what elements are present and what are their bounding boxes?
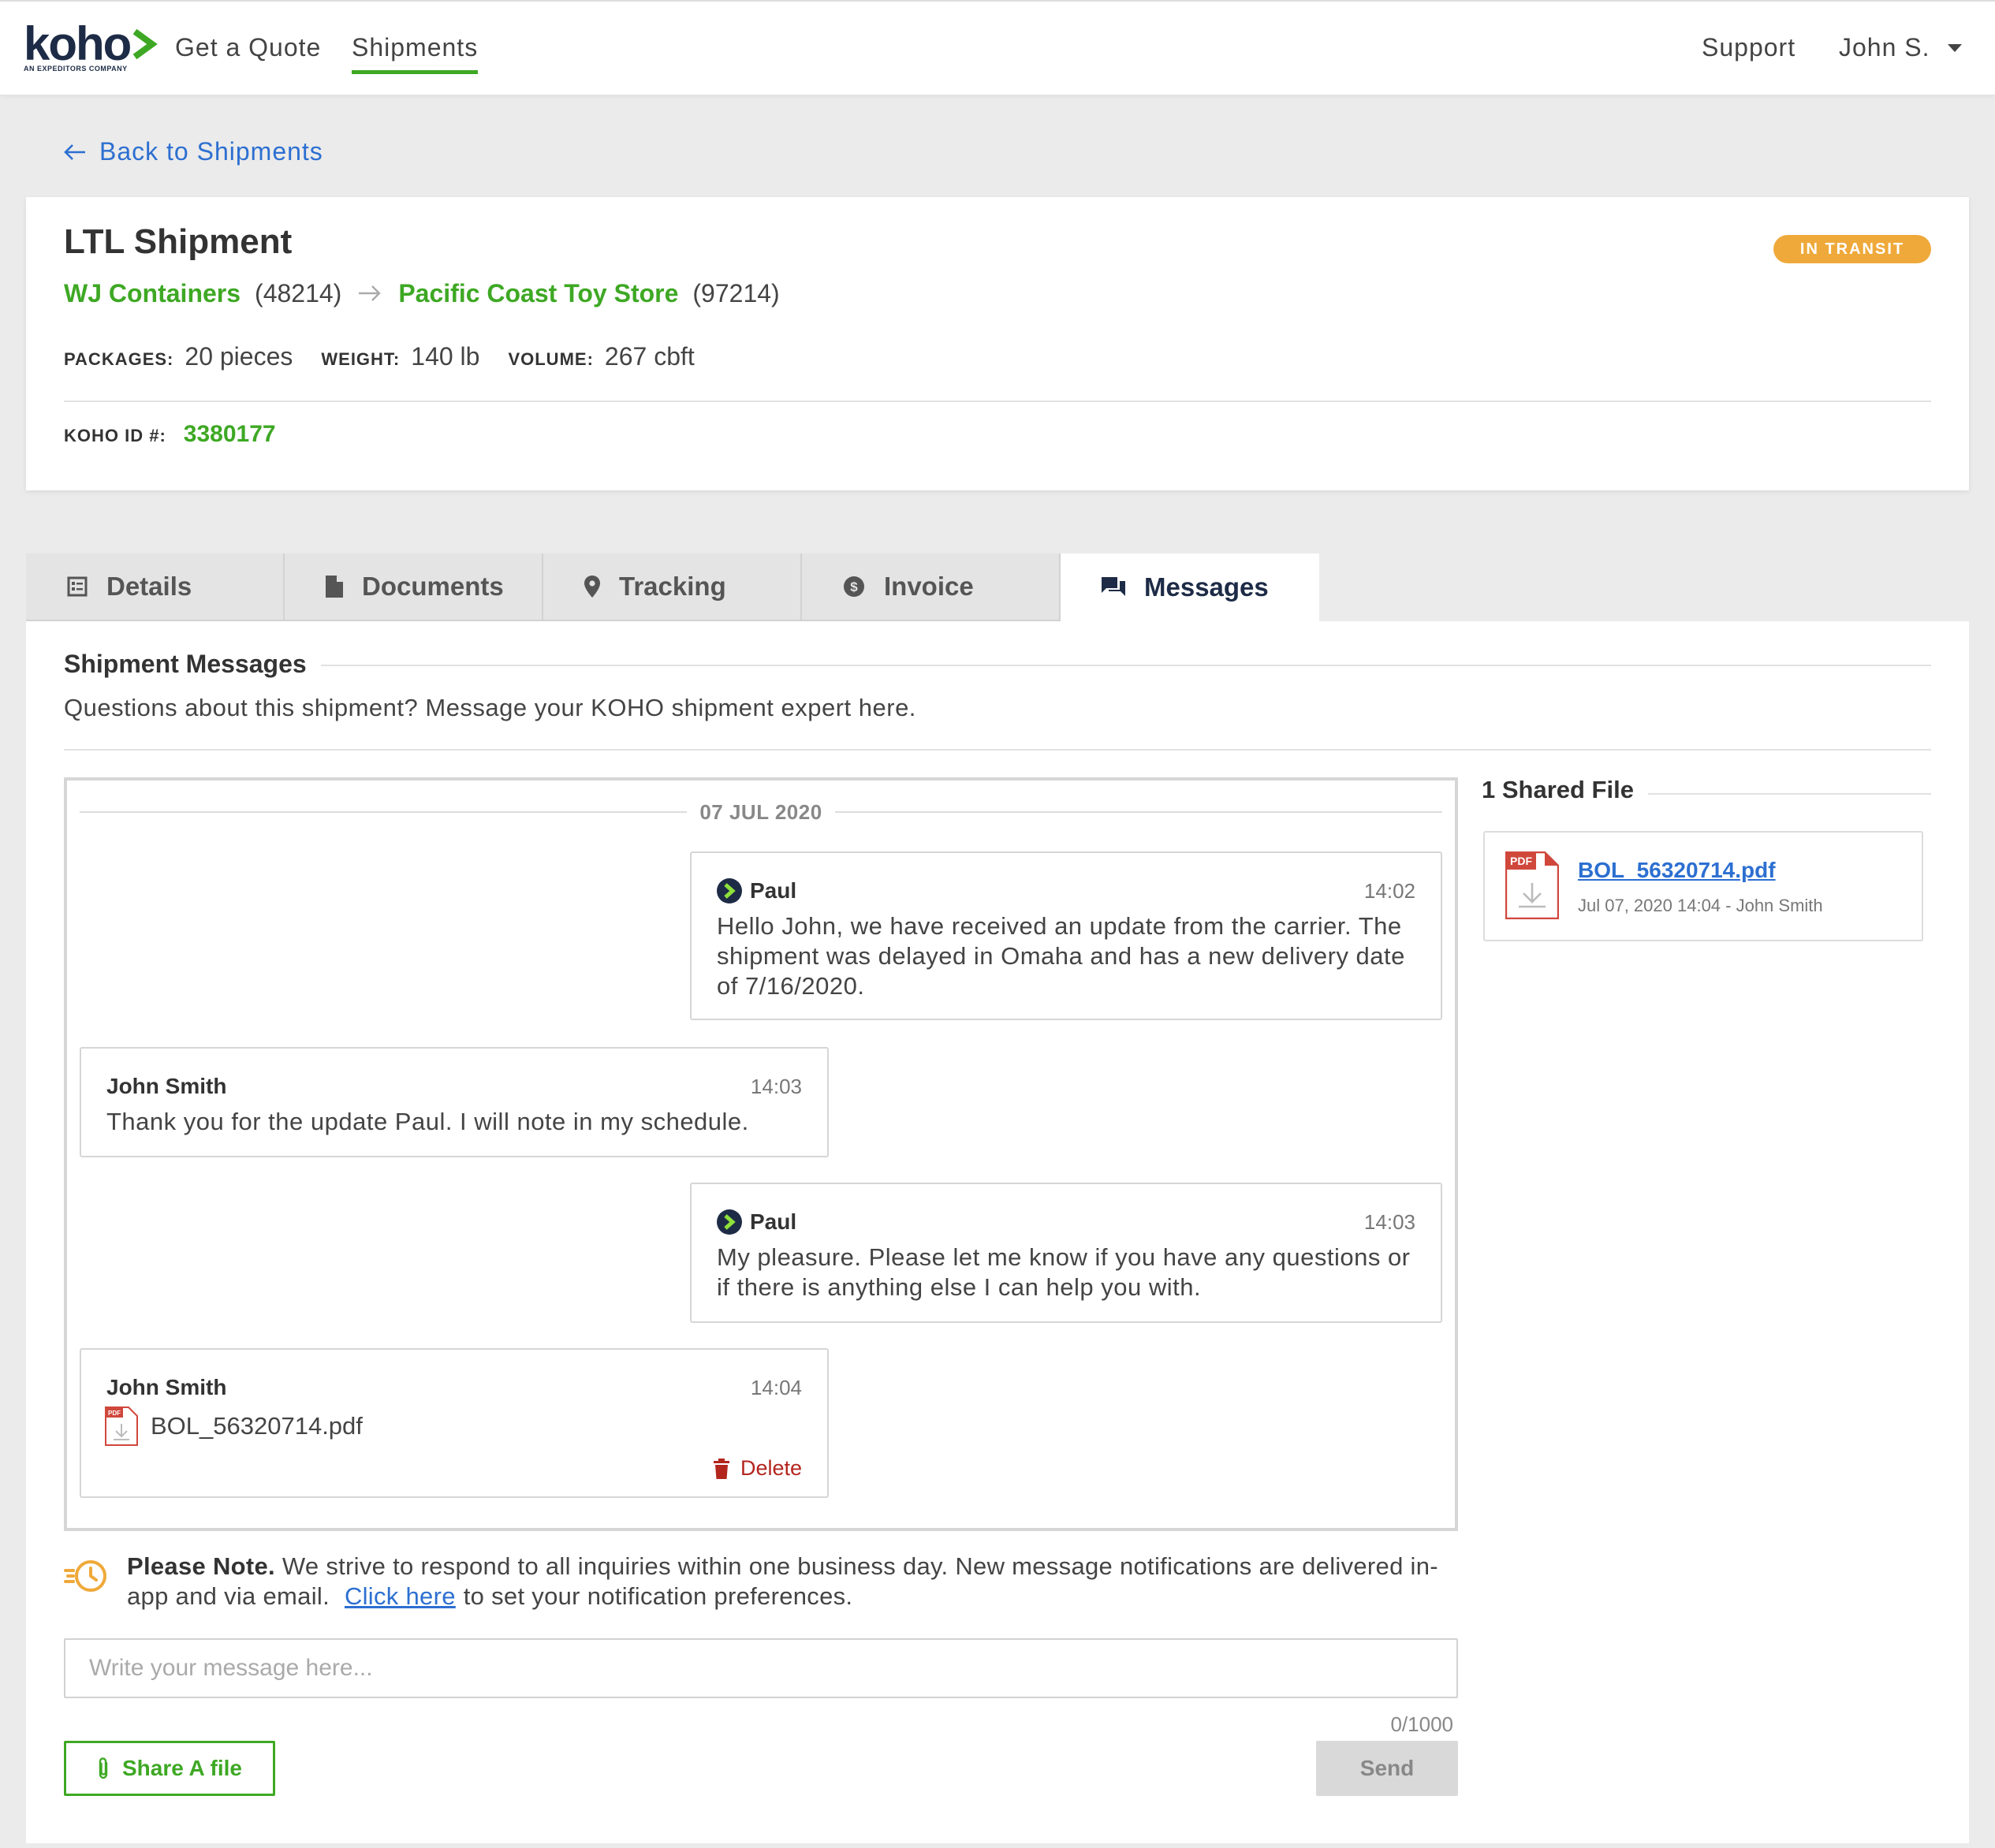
- send-button[interactable]: Send: [1316, 1741, 1458, 1796]
- koho-id-value: 3380177: [183, 421, 276, 447]
- logo-wordmark: koho: [24, 17, 132, 70]
- nav-support[interactable]: Support: [1702, 33, 1796, 62]
- message-bubble: John Smith 14:03 Thank you for the updat…: [80, 1047, 829, 1157]
- message-sender: John Smith: [106, 1375, 227, 1399]
- packages-label: PACKAGES:: [64, 349, 174, 369]
- note-heading: Please Note.: [127, 1552, 275, 1580]
- response-note: Please Note. We strive to respond to all…: [64, 1552, 1458, 1611]
- message-text: Hello John, we have received an update f…: [717, 912, 1405, 1000]
- nav-get-a-quote[interactable]: Get a Quote: [175, 33, 321, 62]
- message-sender: Paul: [750, 878, 797, 903]
- destination-zip: (97214): [692, 279, 780, 307]
- back-to-shipments-link[interactable]: Back to Shipments: [63, 137, 323, 166]
- tab-invoice[interactable]: $ Invoice: [802, 553, 1061, 621]
- pdf-file-icon: PDF: [105, 1406, 138, 1446]
- attached-file-name: BOL_56320714.pdf: [151, 1412, 363, 1440]
- shared-file-meta: Jul 07, 2020 14:04 - John Smith: [1578, 896, 1823, 915]
- origin-zip: (48214): [255, 279, 342, 307]
- chat-icon: [1102, 577, 1125, 596]
- thread-date: 07 JUL 2020: [699, 799, 822, 824]
- tab-messages[interactable]: Messages: [1061, 553, 1319, 621]
- user-menu[interactable]: John S.: [1839, 33, 1962, 62]
- shared-file-name-link[interactable]: BOL_56320714.pdf: [1578, 858, 1776, 883]
- date-separator: 07 JUL 2020: [80, 796, 1443, 828]
- koho-avatar-icon: [717, 1209, 742, 1235]
- share-file-label: Share A file: [122, 1756, 242, 1780]
- share-file-button[interactable]: Share A file: [64, 1741, 275, 1796]
- volume-label: VOLUME:: [508, 349, 594, 369]
- status-badge: IN TRANSIT: [1773, 235, 1931, 263]
- message-bubble: John Smith 14:04 PDF BOL_56320714.pdf De…: [80, 1348, 829, 1498]
- shipment-title: LTL Shipment: [64, 222, 293, 261]
- message-sender: Paul: [750, 1209, 797, 1234]
- arrow-left-icon: [64, 143, 85, 160]
- caret-down-icon: [1947, 43, 1962, 52]
- delete-label: Delete: [740, 1456, 802, 1480]
- pdf-icon-label: PDF: [1510, 855, 1532, 867]
- message-time: 14:04: [750, 1375, 802, 1399]
- tab-invoice-label: Invoice: [884, 572, 974, 601]
- card-divider: [64, 401, 1931, 402]
- section-divider: [64, 665, 1931, 666]
- section-subtitle: Questions about this shipment? Message y…: [64, 694, 916, 721]
- note-text-after: to set your notification preferences.: [463, 1582, 853, 1610]
- section-divider-2: [64, 749, 1931, 751]
- top-navigation: koho AN EXPEDITORS COMPANY Get a Quote S…: [0, 0, 1995, 95]
- tab-documents[interactable]: Documents: [285, 553, 543, 621]
- user-name: John S.: [1839, 33, 1930, 61]
- trash-icon: [713, 1458, 729, 1479]
- tab-details-label: Details: [106, 572, 192, 601]
- message-time: 14:03: [750, 1074, 802, 1098]
- shipment-route: WJ Containers (48214) Pacific Coast Toy …: [64, 279, 780, 308]
- koho-logo[interactable]: koho AN EXPEDITORS COMPANY: [24, 17, 158, 73]
- shipment-summary-card: LTL Shipment IN TRANSIT WJ Containers (4…: [26, 197, 1969, 490]
- nav-shipments[interactable]: Shipments: [352, 33, 479, 74]
- location-pin-icon: [584, 576, 600, 598]
- section-title: Shipment Messages: [64, 650, 321, 679]
- messages-panel: Shipment Messages Questions about this s…: [26, 621, 1969, 1843]
- koho-id: KOHO ID #: 3380177: [64, 421, 276, 448]
- tab-details[interactable]: Details: [26, 553, 285, 621]
- message-time: 14:02: [1363, 878, 1415, 903]
- arrow-right-icon: [357, 279, 382, 308]
- message-bubble: Paul 14:02 Hello John, we have received …: [690, 851, 1442, 1020]
- koho-id-label: KOHO ID #:: [64, 426, 166, 445]
- back-link-label: Back to Shipments: [99, 137, 323, 166]
- message-sender: John Smith: [106, 1074, 227, 1098]
- details-icon: [67, 576, 88, 597]
- pdf-file-icon: PDF: [1505, 851, 1559, 919]
- notification-preferences-link[interactable]: Click here: [345, 1582, 456, 1610]
- message-text: My pleasure. Please let me know if you h…: [717, 1243, 1411, 1301]
- paperclip-icon: [99, 1757, 108, 1779]
- weight-label: WEIGHT:: [321, 349, 401, 369]
- tab-tracking-label: Tracking: [619, 572, 726, 601]
- tab-documents-label: Documents: [362, 572, 504, 601]
- dollar-circle-icon: $: [844, 576, 864, 597]
- koho-avatar-icon: [717, 878, 742, 904]
- attached-file[interactable]: PDF BOL_56320714.pdf: [105, 1406, 363, 1446]
- origin-name[interactable]: WJ Containers: [64, 279, 241, 308]
- shared-files-title: 1 Shared File: [1482, 776, 1648, 804]
- tab-tracking[interactable]: Tracking: [543, 553, 802, 621]
- shipment-metrics: PACKAGES: 20 pieces WEIGHT: 140 lb VOLUM…: [64, 342, 723, 371]
- character-counter: 0/1000: [1390, 1712, 1453, 1736]
- delete-file-button[interactable]: Delete: [713, 1456, 802, 1481]
- shipment-tabs: Details Documents Tracking $ Invoice Mes…: [26, 553, 1319, 621]
- svg-text:PDF: PDF: [108, 1410, 121, 1417]
- volume-value: 267 cbft: [604, 342, 695, 371]
- tab-messages-label: Messages: [1144, 572, 1269, 602]
- weight-value: 140 lb: [411, 342, 480, 371]
- message-thread[interactable]: 07 JUL 2020 Paul 14:02 Hello John, we ha…: [64, 777, 1458, 1531]
- message-input[interactable]: [64, 1638, 1458, 1698]
- message-bubble: Paul 14:03 My pleasure. Please let me kn…: [690, 1183, 1442, 1323]
- logo-chevron-icon: [132, 22, 158, 66]
- shared-file-card[interactable]: PDF BOL_56320714.pdf Jul 07, 2020 14:04 …: [1483, 831, 1923, 941]
- document-icon: [326, 576, 343, 598]
- message-text: Thank you for the update Paul. I will no…: [106, 1108, 749, 1135]
- message-time: 14:03: [1363, 1209, 1415, 1234]
- svg-text:$: $: [850, 579, 858, 594]
- clock-fast-icon: [64, 1560, 106, 1592]
- destination-name[interactable]: Pacific Coast Toy Store: [398, 279, 678, 308]
- packages-value: 20 pieces: [185, 342, 293, 371]
